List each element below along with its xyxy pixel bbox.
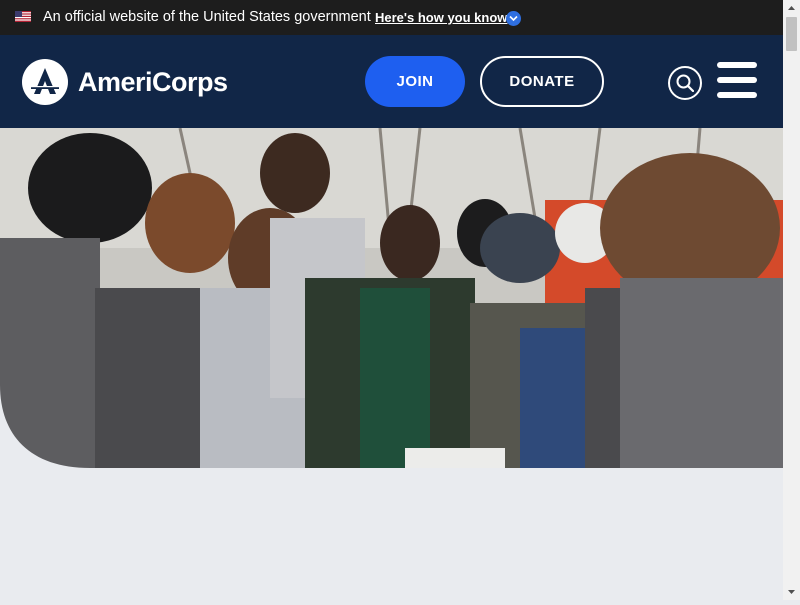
scrollbar-thumb[interactable] [786, 17, 797, 51]
scroll-up-arrow-icon[interactable] [783, 0, 800, 17]
hamburger-menu-icon[interactable] [717, 62, 757, 98]
scrollbar[interactable] [783, 0, 800, 600]
join-button[interactable]: JOIN [365, 56, 465, 107]
gov-banner-text: An official website of the United States… [43, 9, 371, 25]
logo-text[interactable]: AmeriCorps [78, 67, 228, 98]
chevron-down-icon[interactable] [506, 11, 521, 26]
gov-banner: An official website of the United States… [0, 0, 783, 35]
donate-button[interactable]: DONATE [480, 56, 604, 107]
us-flag-icon [15, 11, 31, 22]
scroll-down-arrow-icon[interactable] [783, 583, 800, 600]
heres-how-you-know-link[interactable]: Here's how you know [375, 10, 507, 25]
site-header: AmeriCorps JOIN DONATE [0, 35, 783, 128]
hero-curve-shape [0, 385, 90, 468]
content-area [0, 468, 783, 600]
search-icon[interactable] [668, 66, 702, 100]
americorps-logo-icon[interactable] [22, 59, 68, 105]
